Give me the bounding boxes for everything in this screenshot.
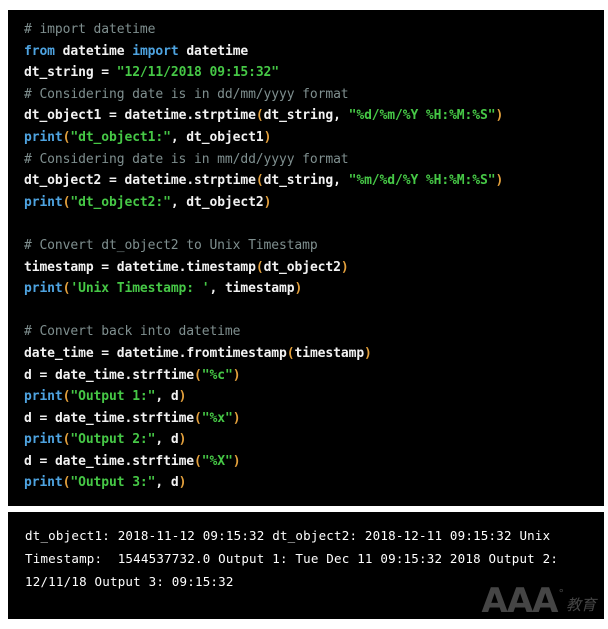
code-line: dt_object1 = datetime.strptime(dt_string… xyxy=(24,108,504,124)
code-line: # Considering date is in dd/mm/yyyy form… xyxy=(24,86,349,102)
output-console-content: dt_object1: 2018-11-12 09:15:32 dt_objec… xyxy=(25,524,596,593)
code-line: d = date_time.strftime("%c") xyxy=(24,367,241,383)
code-line: d = date_time.strftime("%x") xyxy=(24,410,241,426)
code-line: print("Output 2:", d) xyxy=(24,432,187,448)
output-console-panel[interactable]: dt_object1: 2018-11-12 09:15:32 dt_objec… xyxy=(8,512,604,619)
watermark-suffix-text: 教育 xyxy=(565,596,596,614)
code-line: print("Output 1:", d) xyxy=(24,389,187,405)
code-editor-panel[interactable]: # import datetime from datetime import da… xyxy=(8,10,604,506)
code-line: date_time = datetime.fromtimestamp(times… xyxy=(24,345,372,361)
code-line: # import datetime xyxy=(24,22,156,37)
code-line: from datetime import datetime xyxy=(24,43,249,59)
code-editor-content[interactable]: # import datetime from datetime import da… xyxy=(24,19,604,494)
code-line: print("dt_object1:", dt_object1) xyxy=(24,129,272,145)
code-line: dt_object2 = datetime.strptime(dt_string… xyxy=(24,173,504,189)
code-line: d = date_time.strftime("%X") xyxy=(24,453,241,469)
code-line: print('Unix Timestamp: ', timestamp) xyxy=(24,281,303,297)
code-line: # Considering date is in mm/dd/yyyy form… xyxy=(24,151,349,167)
code-line: dt_string = "12/11/2018 09:15:32" xyxy=(24,65,280,81)
code-line: print("Output 3:", d) xyxy=(24,475,187,491)
code-line: # Convert back into datetime xyxy=(24,324,241,340)
code-line: # Convert dt_object2 to Unix Timestamp xyxy=(24,237,318,253)
code-line: print("dt_object2:", dt_object2) xyxy=(24,194,272,210)
output-line: 12/11/18 Output 3: 09:15:32 xyxy=(25,574,234,589)
output-line: Timestamp: 1544537732.0 Output 1: Tue De… xyxy=(25,551,559,566)
code-line: timestamp = datetime.timestamp(dt_object… xyxy=(24,259,349,275)
output-line: dt_object1: 2018-11-12 09:15:32 dt_objec… xyxy=(25,528,551,543)
